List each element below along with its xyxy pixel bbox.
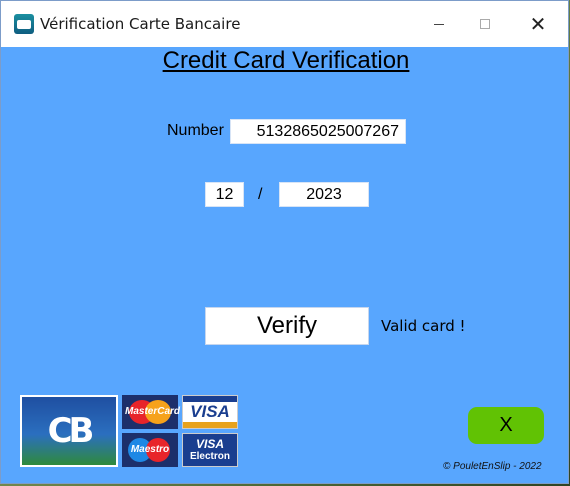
- visa-logo-text: VISA: [190, 402, 230, 421]
- close-icon: ✕: [529, 12, 547, 36]
- maestro-logo: Maestro: [122, 433, 178, 467]
- card-number-input[interactable]: 5132865025007267: [230, 119, 406, 144]
- mastercard-logo-text: MasterCard: [125, 406, 181, 417]
- maximize-icon: [480, 19, 490, 29]
- copyright-text: © PouletEnSlip - 2022: [443, 461, 542, 472]
- visa-electron-logo-bottom: Electron: [189, 451, 230, 462]
- status-message: Valid card !: [381, 317, 466, 335]
- cb-logo: CB: [20, 395, 118, 467]
- minimize-button[interactable]: [416, 1, 462, 47]
- title-bar[interactable]: Vérification Carte Bancaire ✕: [1, 1, 568, 47]
- maximize-button[interactable]: [462, 1, 508, 47]
- verify-button[interactable]: Verify: [205, 307, 369, 345]
- visa-electron-logo: VISA Electron: [182, 433, 238, 467]
- expiry-year-input[interactable]: 2023: [279, 182, 369, 207]
- app-window: Vérification Carte Bancaire ✕ Credit Car…: [0, 0, 569, 484]
- page-title: Credit Card Verification: [162, 47, 410, 74]
- cb-logo-text: CB: [47, 411, 95, 451]
- expiry-separator: /: [258, 186, 263, 203]
- credit-card-app-icon: [14, 14, 34, 34]
- expiry-month-input[interactable]: 12: [205, 182, 244, 207]
- close-button[interactable]: ✕: [515, 1, 561, 47]
- maestro-logo-text: Maestro: [130, 444, 170, 455]
- exit-button[interactable]: X: [468, 407, 544, 444]
- number-label: Number: [167, 122, 224, 139]
- minimize-icon: [434, 23, 444, 25]
- window-title: Vérification Carte Bancaire: [40, 15, 241, 33]
- visa-logo: VISA: [182, 395, 238, 429]
- visa-electron-logo-top: VISA: [195, 437, 224, 451]
- mastercard-logo: MasterCard: [122, 395, 181, 429]
